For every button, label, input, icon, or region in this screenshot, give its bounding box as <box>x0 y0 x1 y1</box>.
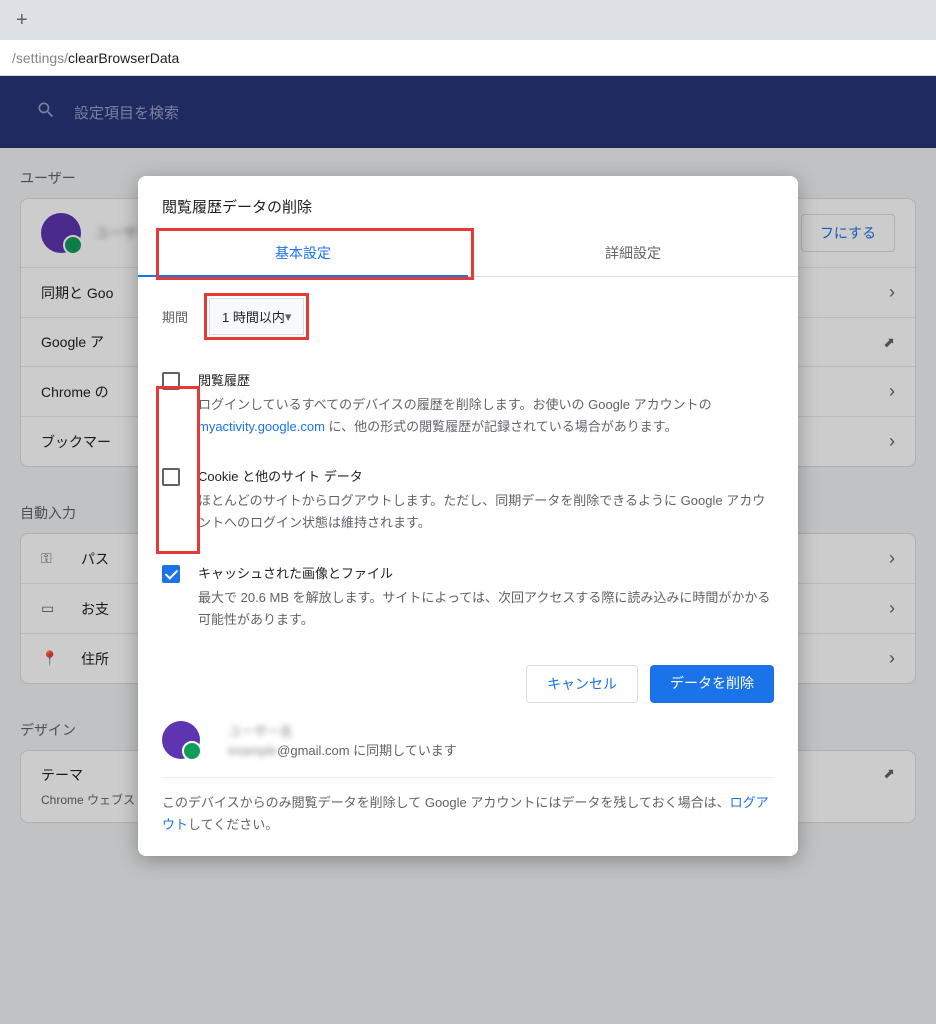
checkbox-cache[interactable] <box>162 565 180 583</box>
divider <box>162 777 774 778</box>
opt3-title: キャッシュされた画像とファイル <box>198 563 774 585</box>
period-select[interactable]: 1 時間以内 ▾ <box>209 298 304 335</box>
period-label: 期間 <box>162 307 188 326</box>
myactivity-link[interactable]: myactivity.google.com <box>198 419 325 434</box>
tab-strip: + <box>0 0 936 40</box>
address-bar[interactable]: /settings/clearBrowserData <box>0 40 936 76</box>
cancel-button[interactable]: キャンセル <box>526 665 638 703</box>
tab-basic[interactable]: 基本設定 <box>138 231 468 277</box>
opt2-title: Cookie と他のサイト データ <box>198 466 774 488</box>
opt1-title: 閲覧履歴 <box>198 370 774 392</box>
sync-avatar <box>162 721 200 759</box>
clear-data-dialog: 閲覧履歴データの削除 基本設定 詳細設定 期間 1 時間以内 ▾ 閲覧履歴 ログ… <box>138 176 798 856</box>
new-tab-button[interactable]: + <box>8 5 36 36</box>
checkbox-cookies[interactable] <box>162 468 180 486</box>
caret-down-icon: ▾ <box>285 309 292 325</box>
tab-advanced[interactable]: 詳細設定 <box>468 231 798 277</box>
url-prefix: /settings/ <box>12 50 68 66</box>
sync-account-row: ユーザー名 example@gmail.com に同期しています <box>138 711 798 769</box>
dialog-tabs: 基本設定 詳細設定 <box>138 231 798 277</box>
dialog-title: 閲覧履歴データの削除 <box>138 176 798 231</box>
footer-note: このデバイスからのみ閲覧データを削除して Google アカウントにはデータを残… <box>138 792 798 836</box>
clear-data-button[interactable]: データを削除 <box>650 665 774 703</box>
url-page: clearBrowserData <box>68 50 179 66</box>
checkbox-browsing-history[interactable] <box>162 372 180 390</box>
option-cache: キャッシュされた画像とファイル 最大で 20.6 MB を解放します。サイトによ… <box>162 553 774 649</box>
highlight-period: 1 時間以内 ▾ <box>204 293 309 340</box>
period-value: 1 時間以内 <box>222 307 285 326</box>
option-browsing-history: 閲覧履歴 ログインしているすべてのデバイスの履歴を削除します。お使いの Goog… <box>162 360 774 456</box>
option-cookies: Cookie と他のサイト データ ほとんどのサイトからログアウトします。ただし… <box>162 456 774 552</box>
